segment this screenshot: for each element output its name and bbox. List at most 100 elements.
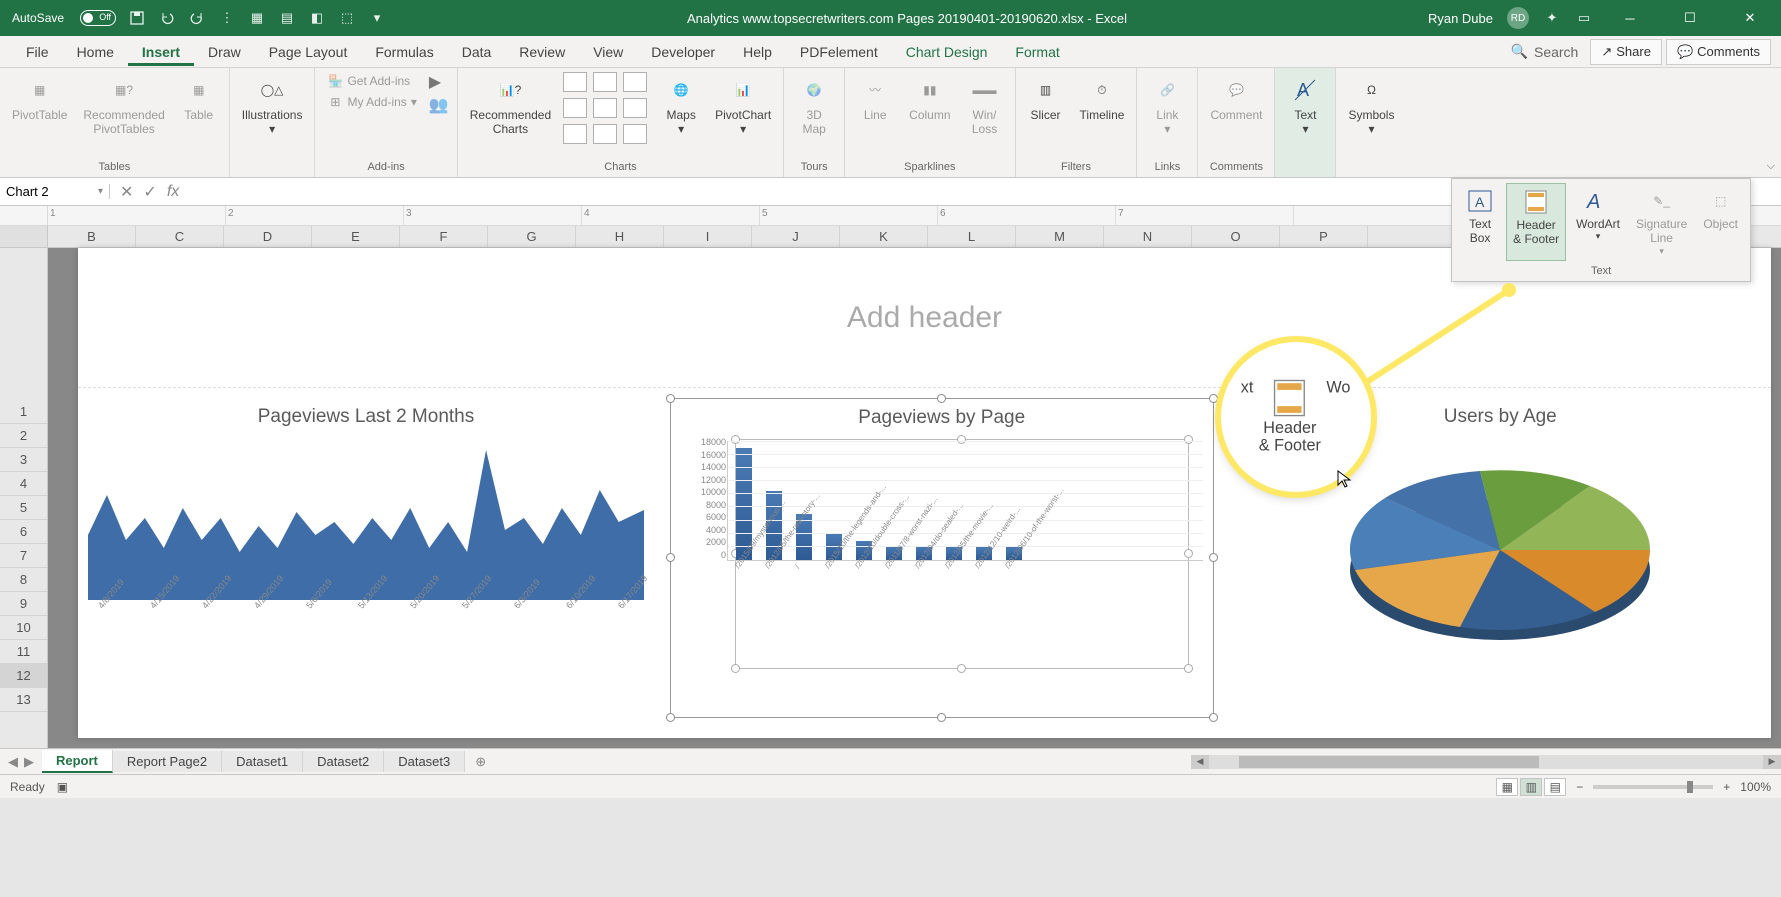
table-button[interactable]: ▦Table: [177, 72, 221, 124]
col-header[interactable]: L: [928, 226, 1016, 247]
signature-line-button[interactable]: ✎_Signature Line▾: [1630, 183, 1693, 261]
col-header[interactable]: G: [488, 226, 576, 247]
col-header[interactable]: P: [1280, 226, 1368, 247]
scroll-right-icon[interactable]: ▶: [1763, 755, 1781, 769]
sheet-tab-report-page2[interactable]: Report Page2: [113, 751, 222, 772]
sheet-tab-dataset3[interactable]: Dataset3: [384, 751, 465, 772]
tab-insert[interactable]: Insert: [128, 38, 194, 66]
tab-format[interactable]: Format: [1001, 38, 1073, 66]
tab-chart-design[interactable]: Chart Design: [892, 38, 1002, 66]
slicer-button[interactable]: ▥Slicer: [1024, 72, 1068, 124]
share-button[interactable]: ↗ Share: [1590, 39, 1662, 65]
tab-formulas[interactable]: Formulas: [361, 38, 447, 66]
minimize-button[interactable]: ─: [1607, 0, 1653, 36]
close-button[interactable]: ✕: [1727, 0, 1773, 36]
row-header[interactable]: 9: [0, 592, 47, 616]
tab-pdfelement[interactable]: PDFelement: [786, 38, 892, 66]
illustrations-button[interactable]: ◯△Illustrations▾: [238, 72, 307, 139]
bar-chart-icon[interactable]: [563, 98, 587, 118]
get-addins-button[interactable]: 🏪Get Add-ins: [323, 72, 420, 90]
normal-view-button[interactable]: ▦: [1496, 778, 1518, 796]
cancel-icon[interactable]: ✕: [120, 182, 133, 202]
col-header[interactable]: H: [576, 226, 664, 247]
scroll-left-icon[interactable]: ◀: [1191, 755, 1209, 769]
object-button[interactable]: ⬚Object: [1697, 183, 1744, 261]
resize-handle[interactable]: [937, 713, 946, 722]
sparkline-winloss-button[interactable]: ▬▬Win/ Loss: [963, 72, 1007, 139]
row-header[interactable]: 4: [0, 472, 47, 496]
wordart-button[interactable]: AWordArt▾: [1570, 183, 1626, 261]
scroll-thumb[interactable]: [1239, 756, 1539, 768]
qat-icon-2[interactable]: ▦: [248, 9, 266, 27]
zoom-slider[interactable]: [1593, 785, 1713, 789]
tab-home[interactable]: Home: [63, 38, 128, 66]
scatter-chart-icon[interactable]: [623, 98, 647, 118]
row-header[interactable]: 1: [0, 400, 47, 424]
select-all-corner[interactable]: [0, 226, 48, 247]
column-chart-icon[interactable]: [563, 72, 587, 92]
comment-button[interactable]: 💬Comment: [1206, 72, 1266, 124]
sheet-nav-next-icon[interactable]: ▶: [24, 754, 34, 770]
recommended-charts-button[interactable]: 📊?Recommended Charts: [466, 72, 555, 139]
resize-handle[interactable]: [666, 394, 675, 403]
coming-soon-icon[interactable]: ✦: [1543, 9, 1561, 27]
sparkline-line-button[interactable]: 〰Line: [853, 72, 897, 124]
redo-icon[interactable]: [188, 9, 206, 27]
tab-help[interactable]: Help: [729, 38, 786, 66]
autosave-toggle[interactable]: Off: [80, 10, 116, 26]
col-header[interactable]: O: [1192, 226, 1280, 247]
sheet-tab-report[interactable]: Report: [42, 750, 113, 773]
maps-button[interactable]: 🌐Maps▾: [659, 72, 703, 139]
row-header[interactable]: 2: [0, 424, 47, 448]
tab-review[interactable]: Review: [505, 38, 579, 66]
page-break-view-button[interactable]: ▤: [1544, 778, 1566, 796]
row-header[interactable]: 8: [0, 568, 47, 592]
col-header[interactable]: E: [312, 226, 400, 247]
col-header[interactable]: J: [752, 226, 840, 247]
row-header[interactable]: 5: [0, 496, 47, 520]
resize-handle[interactable]: [1209, 713, 1218, 722]
row-header[interactable]: 3: [0, 448, 47, 472]
col-header[interactable]: D: [224, 226, 312, 247]
pivottable-button[interactable]: ▦PivotTable: [8, 72, 71, 124]
map-chart-icon[interactable]: [563, 124, 587, 144]
recommended-pivottables-button[interactable]: ▦?Recommended PivotTables: [79, 72, 168, 139]
chart-type-gallery[interactable]: [563, 72, 651, 148]
sparkline-column-button[interactable]: ▮▮Column: [905, 72, 954, 124]
link-button[interactable]: 🔗Link▾: [1145, 72, 1189, 139]
row-headers[interactable]: 1 2 3 4 5 6 7 8 9 10 11 12 13: [0, 248, 48, 748]
qat-icon-1[interactable]: ⋮: [218, 9, 236, 27]
timeline-button[interactable]: ⏱Timeline: [1076, 72, 1129, 124]
ribbon-options-icon[interactable]: ▭: [1575, 9, 1593, 27]
textbox-button[interactable]: AText Box: [1458, 183, 1502, 261]
zoom-level[interactable]: 100%: [1740, 780, 1771, 794]
text-button[interactable]: AText▾: [1283, 72, 1327, 139]
area-chart-icon[interactable]: [593, 98, 617, 118]
pie-chart-icon[interactable]: [623, 72, 647, 92]
sheet-tab-dataset1[interactable]: Dataset1: [222, 751, 303, 772]
col-header[interactable]: M: [1016, 226, 1104, 247]
pivotchart-button[interactable]: 📊PivotChart▾: [711, 72, 775, 139]
3d-map-button[interactable]: 🌍3D Map: [792, 72, 836, 139]
add-sheet-button[interactable]: ⊕: [465, 754, 496, 770]
macro-record-icon[interactable]: ▣: [57, 780, 68, 794]
page-layout-view-button[interactable]: ▥: [1520, 778, 1542, 796]
header-footer-button[interactable]: Header & Footer: [1506, 183, 1566, 261]
col-header[interactable]: F: [400, 226, 488, 247]
horizontal-scrollbar[interactable]: ◀ ▶: [1191, 754, 1781, 770]
resize-handle[interactable]: [937, 394, 946, 403]
tab-page-layout[interactable]: Page Layout: [255, 38, 362, 66]
row-header[interactable]: 11: [0, 640, 47, 664]
bing-maps-icon[interactable]: ▶: [429, 72, 449, 92]
name-box[interactable]: Chart 2▾: [0, 184, 110, 199]
sheet-tab-dataset2[interactable]: Dataset2: [303, 751, 384, 772]
row-header[interactable]: 6: [0, 520, 47, 544]
qat-icon-4[interactable]: ◧: [308, 9, 326, 27]
row-header[interactable]: 12: [0, 664, 47, 688]
col-header[interactable]: C: [136, 226, 224, 247]
comments-button[interactable]: 💬 Comments: [1666, 39, 1771, 65]
qat-icon-5[interactable]: ⬚: [338, 9, 356, 27]
col-header[interactable]: N: [1104, 226, 1192, 247]
save-icon[interactable]: [128, 9, 146, 27]
col-header[interactable]: B: [48, 226, 136, 247]
